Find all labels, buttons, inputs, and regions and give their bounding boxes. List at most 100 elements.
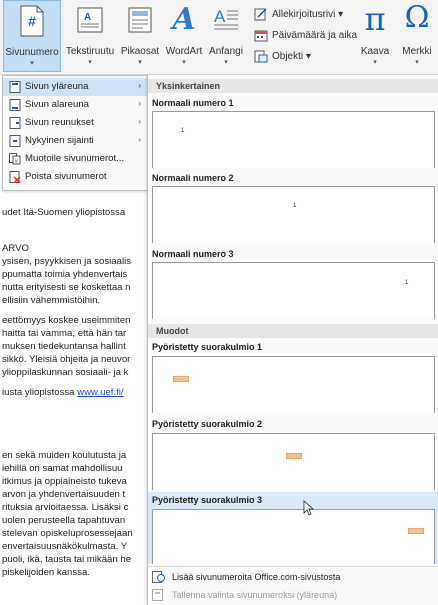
rounded-rect-sample [173,376,189,382]
page-number-label: Sivunumero [5,47,59,58]
gallery-item-plain-number-1[interactable]: 1 [152,111,435,168]
signature-icon [254,8,267,21]
menu-item-format-page-numbers[interactable]: # Muotoile sivunumerot... [3,150,147,168]
textbox-button[interactable]: A Tekstiruutu ▾ [64,0,116,72]
quick-parts-button[interactable]: Pikaosat ▾ [117,0,163,72]
chevron-down-icon: ▾ [138,59,142,66]
chevron-right-icon: › [138,117,141,126]
page-number-button[interactable]: # Sivunumero ▾ [3,0,61,72]
omega-icon: Ω [404,0,430,35]
current-position-icon [9,135,21,147]
menu-item-label: Sivun reunukset [25,117,94,128]
doc-line: haitta tai vamma, että hän tar [2,328,127,339]
gallery-item-plain-number-3[interactable]: 1 [152,262,435,319]
doc-line: en sekä muiden koulutusta ja [2,450,127,461]
page-top-icon [9,81,21,93]
chevron-right-icon: › [138,99,141,108]
calendar-icon [254,30,268,42]
gallery-item-title: Normaali numero 1 [152,98,234,108]
doc-line: uolen perusteella tapahtuvan [2,515,126,526]
gallery-item-title: Pyöristetty suorakulmio 1 [152,342,263,352]
page-number-sample: 1 [181,128,185,134]
drop-cap-button[interactable]: A Anfangi ▾ [205,0,247,72]
doc-link-prefix: iusta yliopistossa [2,387,78,398]
doc-line: ppumatta toimia yhdenvertais [2,269,128,280]
gallery-item-title: Normaali numero 2 [152,173,234,183]
section-label: Muodot [156,326,189,336]
page-number-sample: 1 [293,203,297,209]
doc-line: muksen tiedekuntansa hallint [2,341,126,352]
object-icon [254,50,268,63]
object-label: Objekti ▾ [272,51,311,62]
menu-item-label: Poista sivunumerot [25,171,107,182]
doc-line: iehillä on samat mahdollisuu [2,463,123,474]
doc-line: udet Itä-Suomen yliopistossa [2,207,126,218]
symbol-button[interactable]: Ω Merkki ▾ [396,0,438,72]
doc-line: nutta erityisesti se koskettaa n [2,282,131,293]
gallery-item-rounded-rect-3[interactable] [152,509,435,564]
gallery-item-rounded-rect-2[interactable] [152,433,435,490]
menu-item-remove-page-numbers[interactable]: Poista sivunumerot [3,168,147,186]
doc-line: puoli, ikä, tausta tai mikään he [2,554,132,565]
remove-page-number-icon [9,171,21,183]
page-number-menu: Sivun yläreuna › Sivun alareuna › Sivun … [2,75,148,191]
menu-item-label: Sivun alareuna [25,99,90,110]
menu-item-top-of-page[interactable]: Sivun yläreuna › [3,78,147,96]
gallery-item-title: Pyöristetty suorakulmio 2 [152,419,263,429]
mouse-cursor-icon [303,500,315,516]
doc-line: itkimus ja oppiaineisto tukeva [2,476,127,487]
doc-line: envertaisuusnäkökulmasta. Y [2,541,128,552]
equation-button[interactable]: π Kaava ▾ [356,0,394,72]
doc-line: ylioppilaskunnan sosiaali- ja k [2,367,129,378]
date-time-button[interactable]: Päivämäärä ja aika [254,29,357,47]
save-gallery-icon [152,589,163,601]
equation-label: Kaava [360,46,390,57]
wordart-label: WordArt [165,46,203,57]
chevron-down-icon: ▾ [415,59,419,66]
chevron-right-icon: › [138,135,141,144]
save-selection-label: Tallenna valinta sivunumeroksi (yläreuna… [172,590,338,600]
doc-line: rituksia arvioitaessa. Lisäksi c [2,502,129,513]
signature-line-label: Allekirjoitusrivi ▾ [272,9,344,20]
chevron-down-icon: ▾ [373,59,377,66]
chevron-down-icon: ▾ [88,59,92,66]
menu-item-bottom-of-page[interactable]: Sivun alareuna › [3,96,147,114]
uef-link[interactable]: www.uef.fi/ [77,387,123,398]
format-page-number-icon: # [9,153,21,165]
quick-parts-icon [128,7,152,33]
more-from-office-button[interactable]: Lisää sivunumeroita Office.com-sivustost… [148,570,438,586]
wordart-icon: A [172,2,196,37]
pi-icon: π [364,0,386,38]
more-from-office-label: Lisää sivunumeroita Office.com-sivustost… [172,572,341,582]
object-button[interactable]: Objekti ▾ [254,50,311,68]
divider [148,566,438,567]
doc-line: stelevan opiskeluprosessejaan [2,528,133,539]
gallery-item-rounded-rect-1[interactable] [152,356,435,413]
page-number-gallery: Yksinkertainen Normaali numero 1 1 Norma… [147,75,438,605]
textbox-icon: A [77,7,103,33]
ribbon: # Sivunumero ▾ A Tekstiruutu ▾ Pikaosat … [0,0,438,75]
signature-line-button[interactable]: Allekirjoitusrivi ▾ [254,8,343,26]
chevron-right-icon: › [138,81,141,90]
hash-glyph: # [28,13,36,29]
textbox-label: Tekstiruutu [65,46,115,57]
gallery-item-plain-number-2[interactable]: 1 [152,186,435,243]
doc-line: arvon ja yhdenvertaisuuden t [2,489,126,500]
chevron-down-icon: ▾ [182,59,186,66]
svg-text:A: A [214,7,226,26]
gallery-item-title: Pyöristetty suorakulmio 3 [152,495,263,505]
menu-item-label: Nykyinen sijainti [25,135,94,146]
doc-line: eettömyys koskee useimmiten [2,315,131,326]
menu-item-page-margins[interactable]: Sivun reunukset › [3,114,147,132]
page-margin-icon [9,117,21,129]
doc-heading: ARVO [2,243,30,254]
gallery-section-simple: Yksinkertainen [148,79,438,93]
office-online-icon [152,571,165,583]
doc-line-link: iusta yliopistossa www.uef.fi/ [2,387,124,398]
doc-line: ysisen, psyykkisen ja sosiaalis [2,256,132,267]
wordart-button[interactable]: A WordArt ▾ [163,0,205,72]
save-selection-button[interactable]: Tallenna valinta sivunumeroksi (yläreuna… [148,588,438,604]
menu-item-current-position[interactable]: Nykyinen sijainti › [3,132,147,150]
drop-cap-label: Anfangi [209,46,243,57]
menu-item-label: Muotoile sivunumerot... [25,153,125,164]
